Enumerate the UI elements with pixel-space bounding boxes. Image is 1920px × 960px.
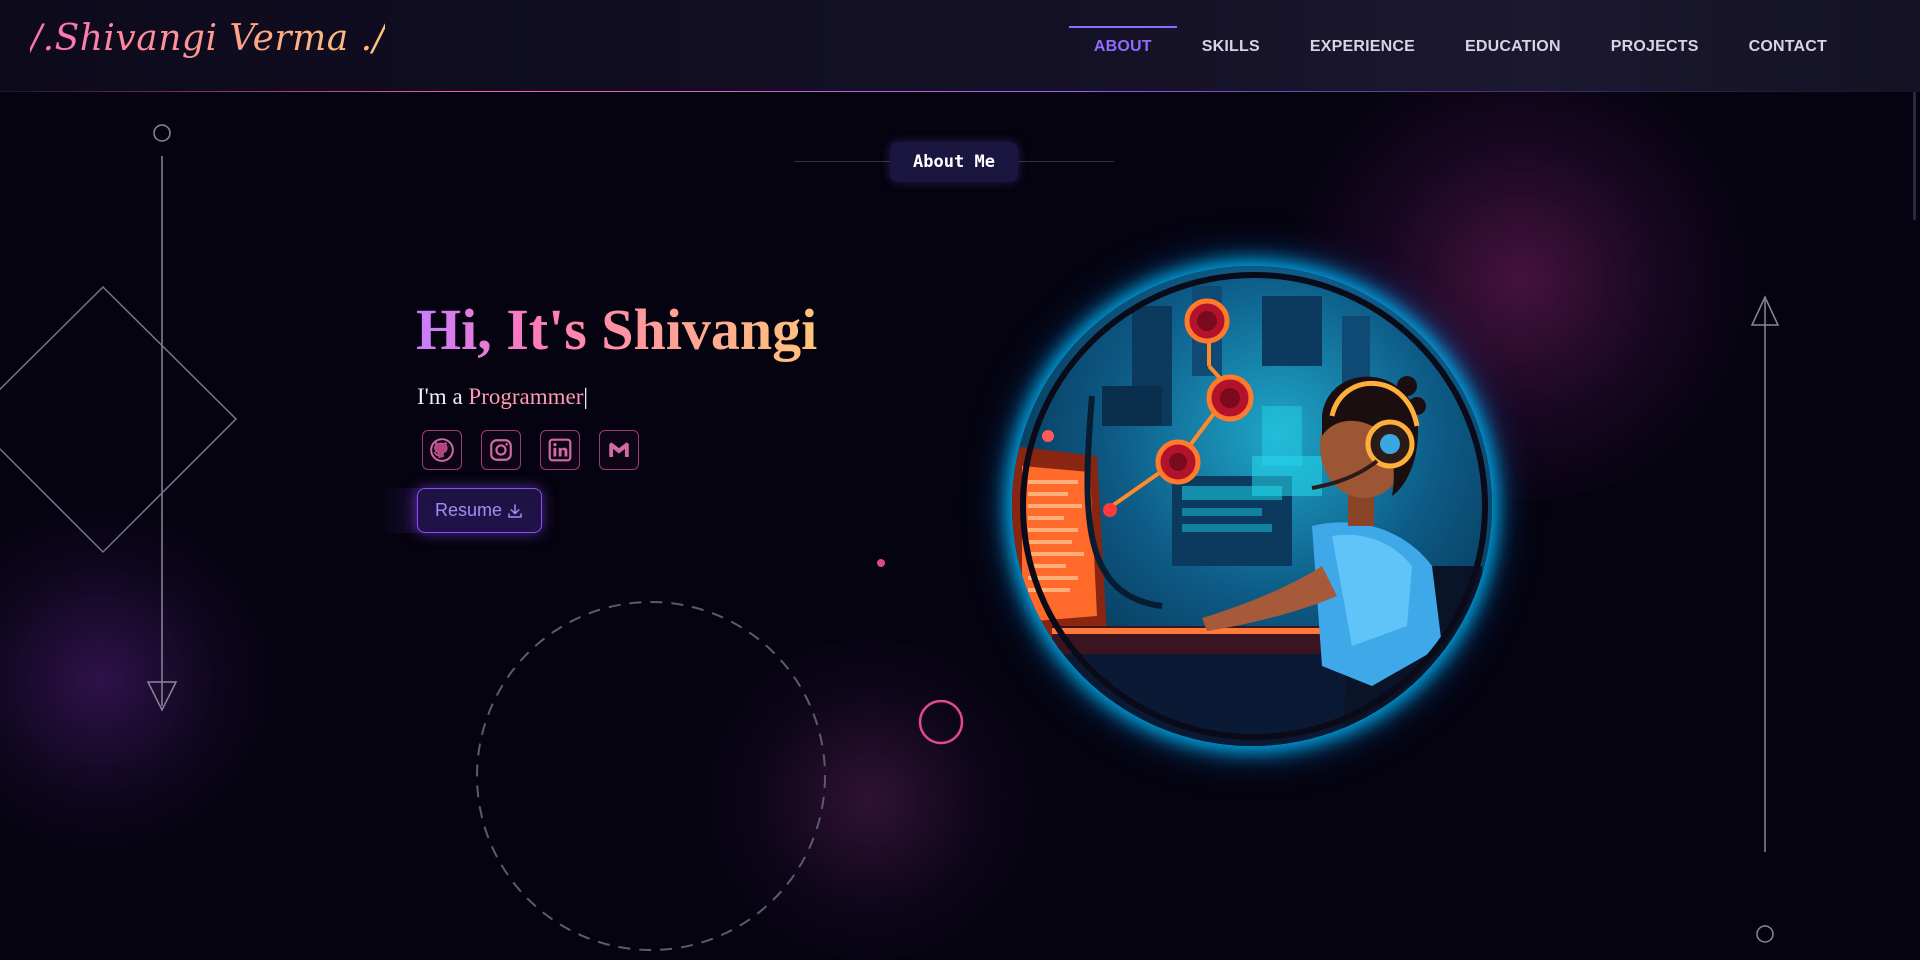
section-title-line-left bbox=[794, 161, 890, 162]
profile-illustration-ring bbox=[1020, 272, 1488, 740]
hero-greeting: Hi, It's Shivangi bbox=[416, 297, 818, 362]
typed-role: Programmer bbox=[468, 384, 584, 409]
pink-ring-decoration bbox=[918, 699, 964, 745]
right-arrow-decoration bbox=[1750, 295, 1780, 943]
nav-item-experience[interactable]: EXPERIENCE bbox=[1285, 26, 1440, 68]
github-link[interactable] bbox=[422, 430, 462, 470]
typing-caret: | bbox=[583, 384, 588, 409]
left-arrow-decoration bbox=[146, 124, 178, 712]
social-links bbox=[422, 430, 639, 470]
pink-dot-decoration bbox=[877, 559, 885, 567]
download-icon bbox=[508, 503, 522, 518]
subtitle-prefix: I'm a bbox=[417, 384, 469, 409]
navbar: /.Shivangi Verma ./ ABOUT SKILLS EXPERIE… bbox=[0, 0, 1920, 92]
diamond-decoration bbox=[0, 285, 238, 554]
nav-item-about[interactable]: ABOUT bbox=[1068, 26, 1177, 68]
site-logo[interactable]: /.Shivangi Verma ./ bbox=[30, 18, 385, 59]
resume-label: Resume bbox=[434, 500, 503, 520]
navbar-gradient-border bbox=[0, 91, 1920, 92]
instagram-link[interactable] bbox=[481, 430, 521, 470]
nav-item-projects[interactable]: PROJECTS bbox=[1586, 26, 1724, 68]
nav-links: ABOUT SKILLS EXPERIENCE EDUCATION PROJEC… bbox=[1068, 26, 1852, 68]
resume-download-button[interactable]: Resume bbox=[417, 488, 542, 533]
gmail-icon bbox=[609, 442, 629, 458]
gmail-link[interactable] bbox=[599, 430, 639, 470]
section-title: About Me bbox=[890, 142, 1018, 182]
dashed-circle-decoration bbox=[476, 601, 826, 951]
linkedin-icon bbox=[548, 438, 572, 462]
instagram-icon bbox=[490, 439, 512, 461]
nav-item-education[interactable]: EDUCATION bbox=[1440, 26, 1586, 68]
nav-item-skills[interactable]: SKILLS bbox=[1177, 26, 1285, 68]
linkedin-link[interactable] bbox=[540, 430, 580, 470]
section-title-line-right bbox=[1018, 161, 1114, 162]
hero-subtitle: I'm a Programmer| bbox=[417, 384, 588, 410]
github-icon bbox=[430, 438, 454, 462]
nav-item-contact[interactable]: CONTACT bbox=[1724, 26, 1852, 68]
